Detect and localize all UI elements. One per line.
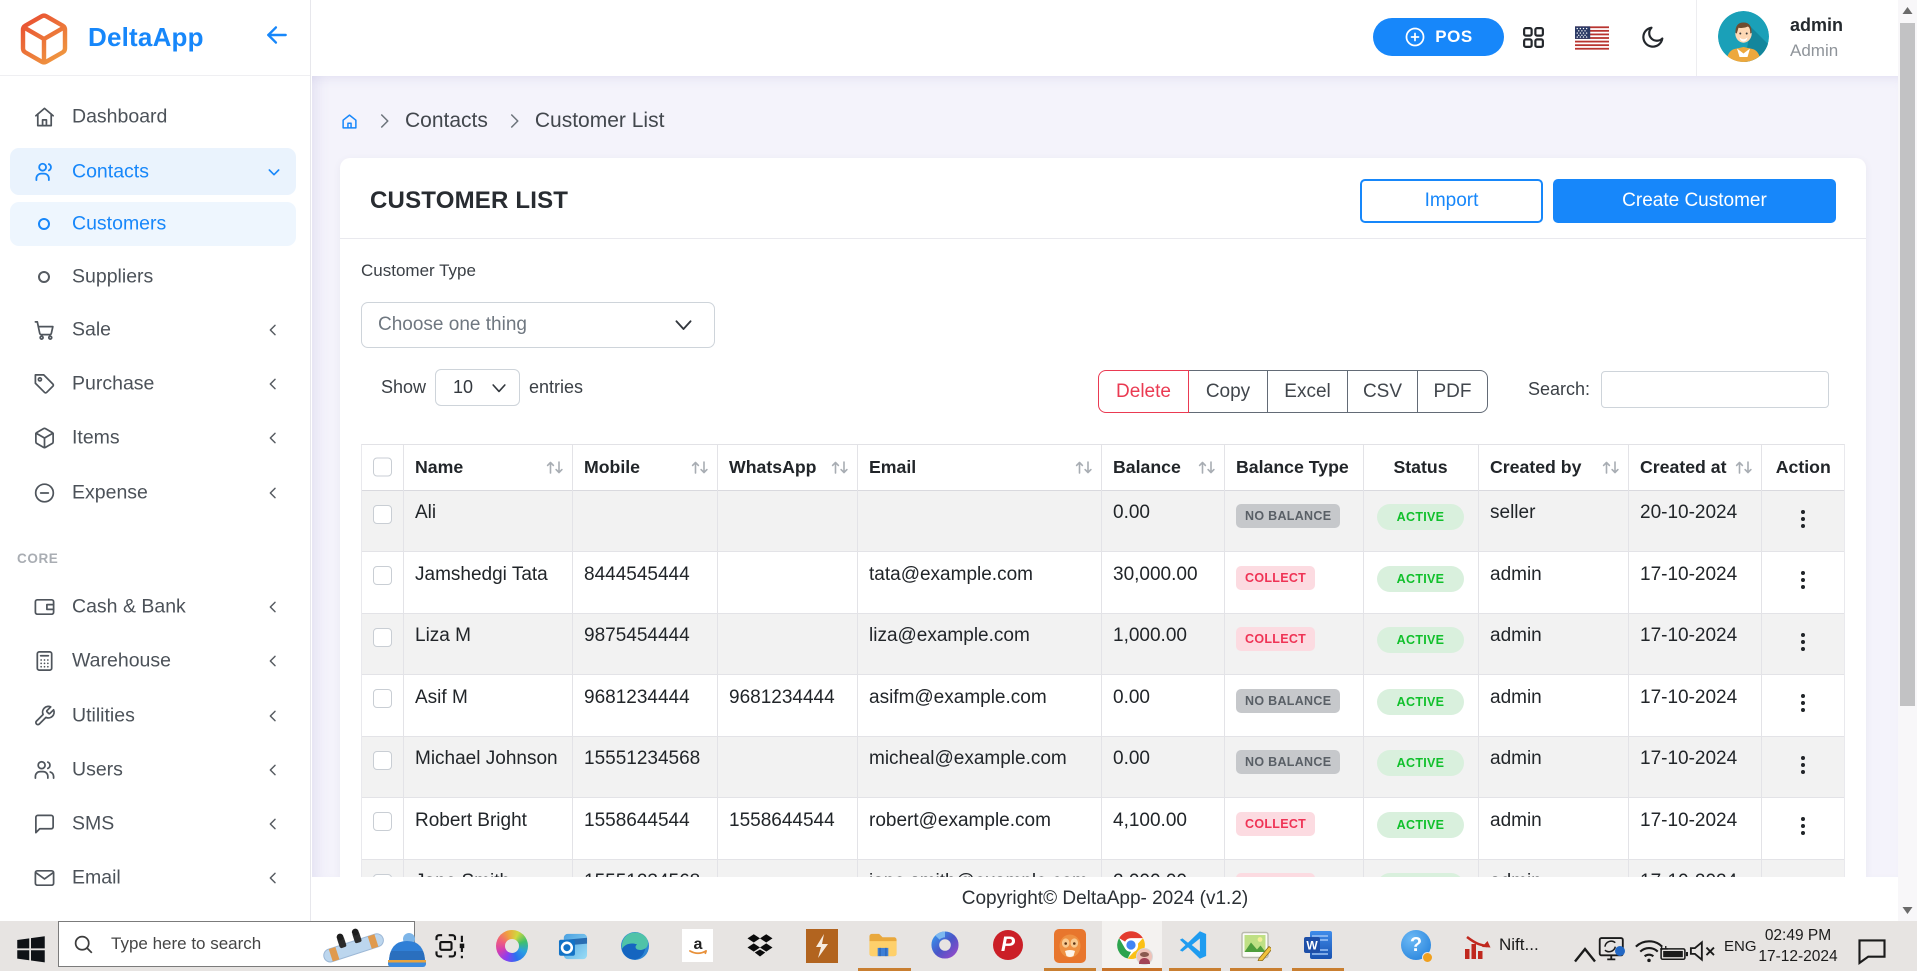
svg-text:a: a <box>693 936 702 953</box>
svg-text:W: W <box>1306 939 1318 953</box>
